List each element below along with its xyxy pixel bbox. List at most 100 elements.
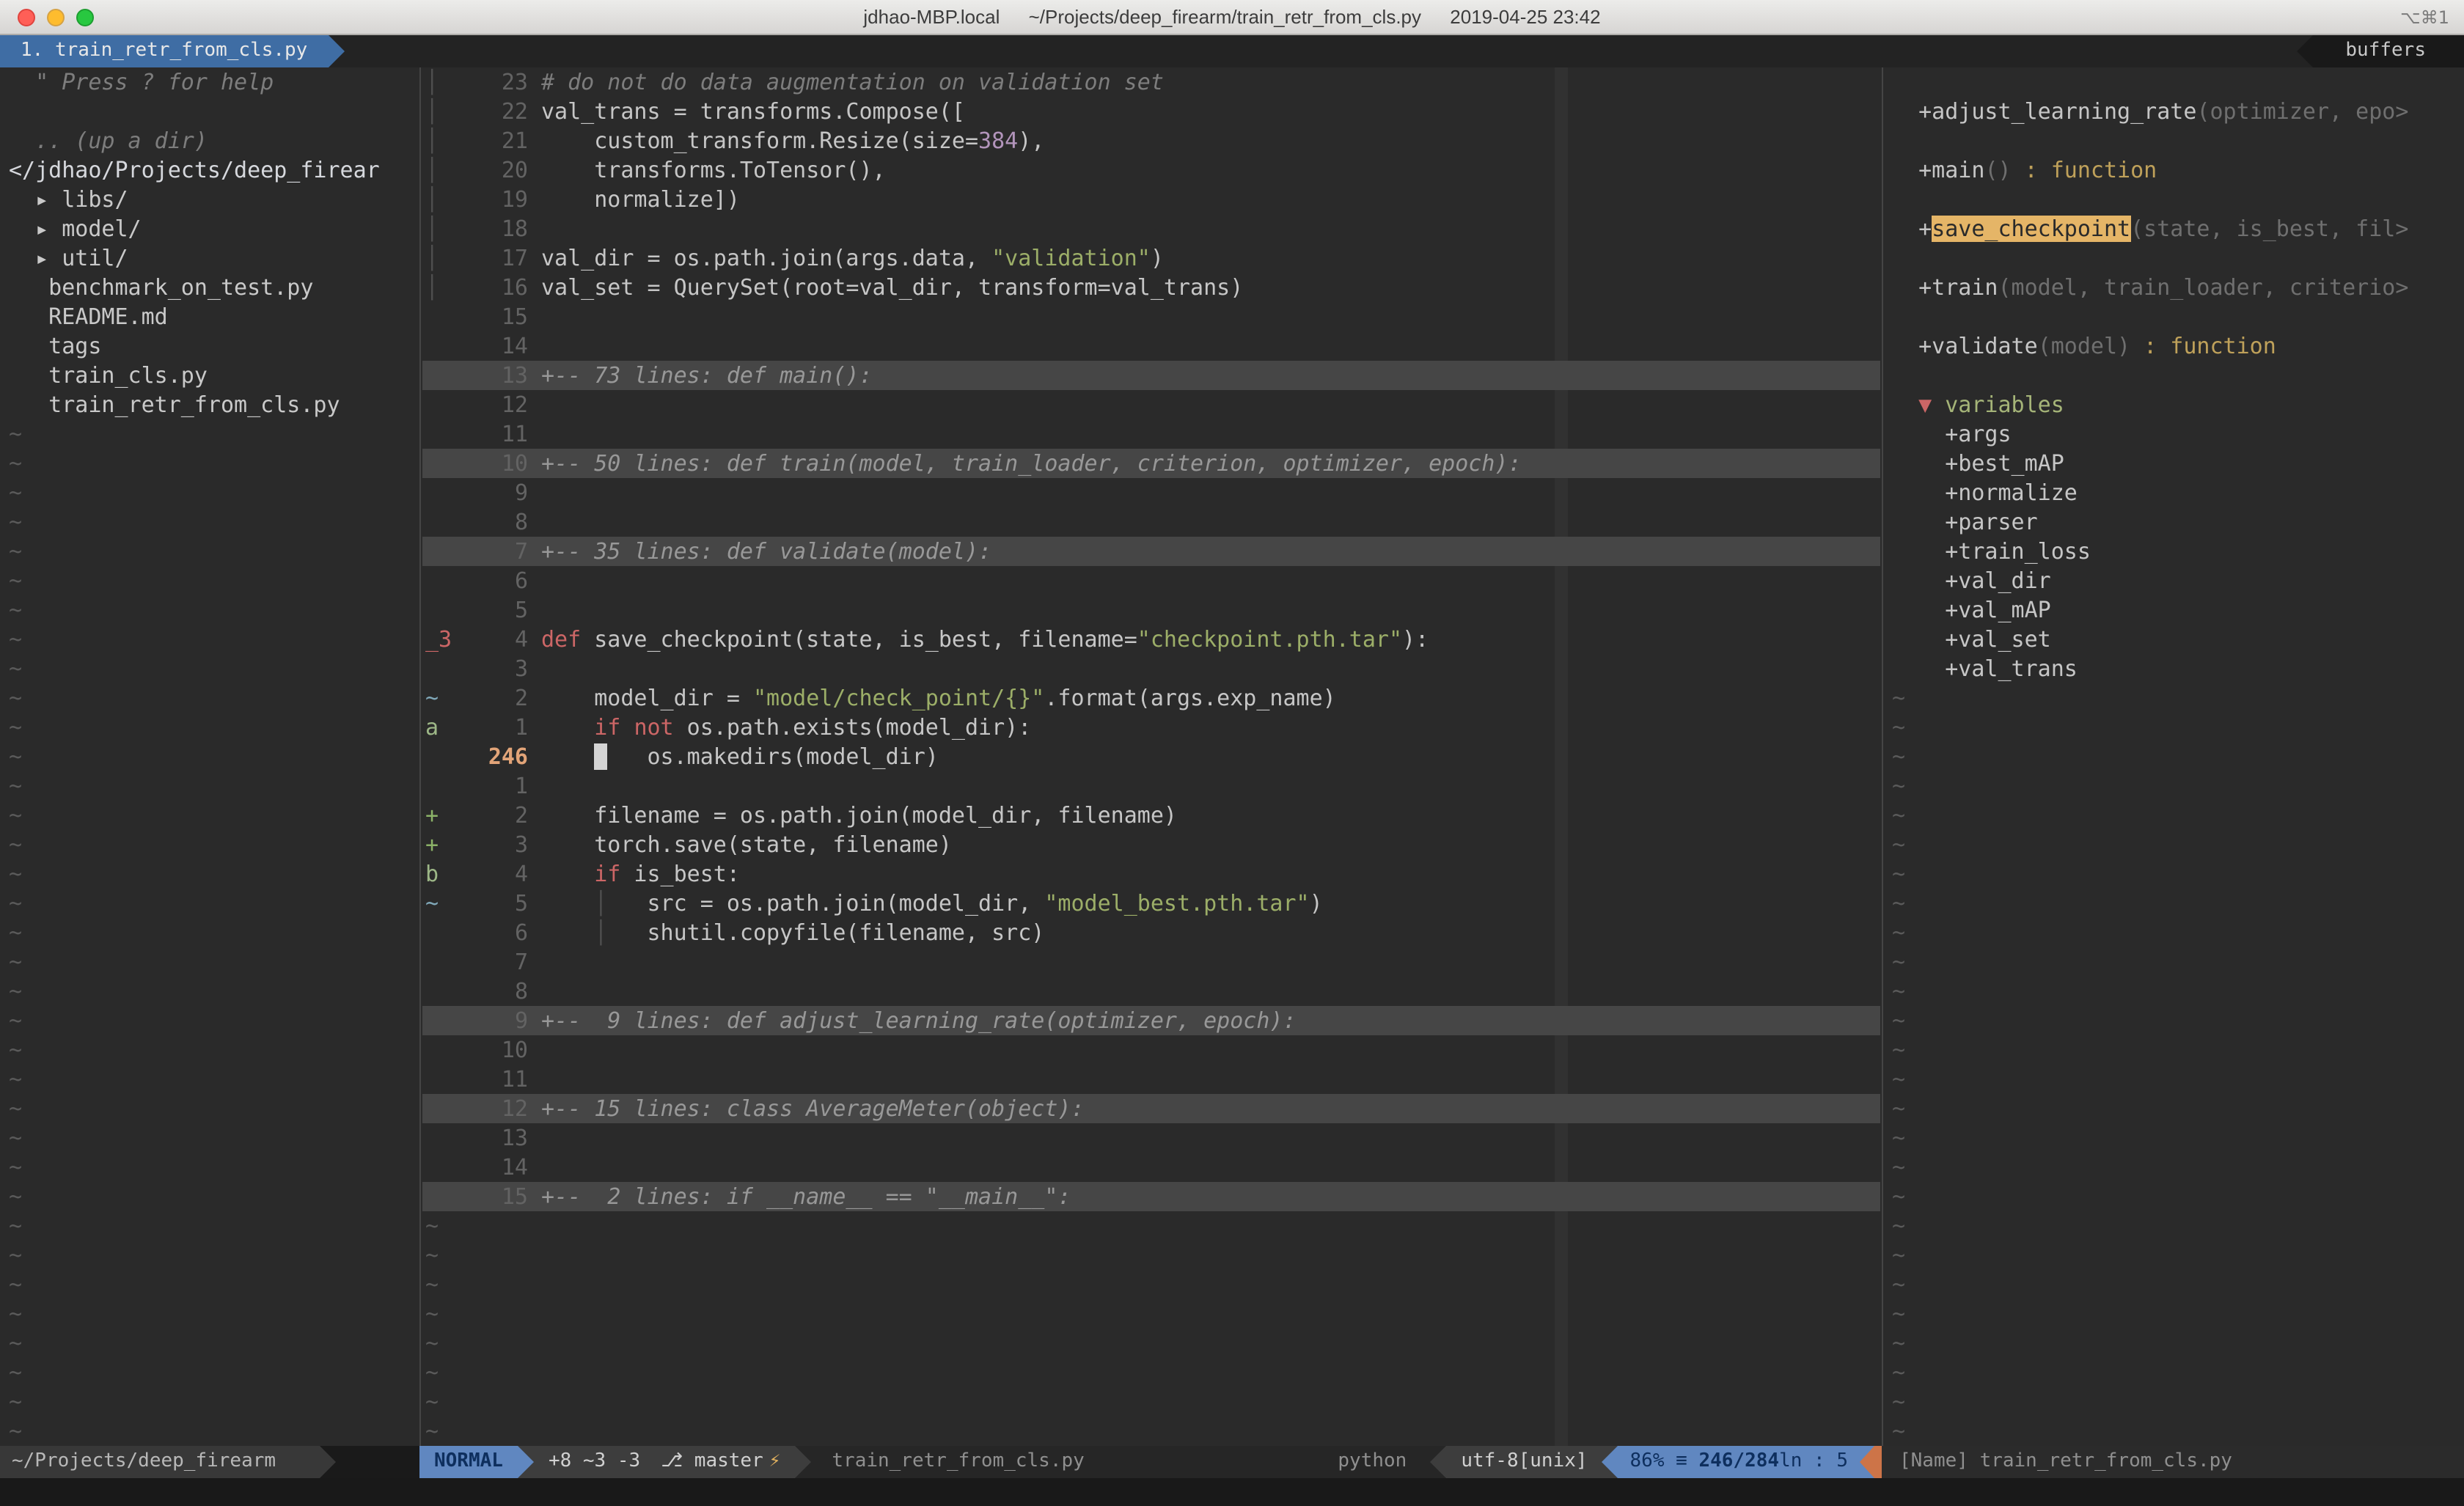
- code-line[interactable]: 1: [422, 771, 1880, 801]
- tag-best-map[interactable]: +best_mAP: [1883, 449, 2464, 478]
- main-statusline: NORMAL +8 ~3 -3⎇ master⚡ train_retr_from…: [419, 1446, 1882, 1478]
- git-hunks: +8 ~3 -3: [549, 1450, 640, 1472]
- empty-line-marker: ~: [0, 654, 419, 683]
- code-line[interactable]: +2 filename = os.path.join(model_dir, fi…: [422, 801, 1880, 830]
- code-line[interactable]: 6 │ shutil.copyfile(filename, src): [422, 918, 1880, 947]
- empty-line-marker: ~: [0, 625, 419, 654]
- close-button[interactable]: [18, 9, 35, 26]
- tag-save-checkpoint[interactable]: +save_checkpoint(state, is_best, fil>: [1883, 214, 2464, 243]
- tag-main[interactable]: +main() : function: [1883, 155, 2464, 185]
- empty-line-marker: ~: [0, 683, 419, 713]
- tag-args[interactable]: +args: [1883, 419, 2464, 449]
- code-line[interactable]: 10: [422, 1035, 1880, 1065]
- tag-adjust-learning-rate[interactable]: +adjust_learning_rate(optimizer, epo>: [1883, 97, 2464, 126]
- tag-parser[interactable]: +parser: [1883, 507, 2464, 537]
- folded-line[interactable]: 9+-- 9 lines: def adjust_learning_rate(o…: [422, 1006, 1880, 1035]
- code-line[interactable]: 7: [422, 947, 1880, 977]
- folded-line[interactable]: 10+-- 50 lines: def train(model, train_l…: [422, 449, 1880, 478]
- code-line[interactable]: 246 os.makedirs(model_dir): [422, 742, 1880, 771]
- tag-val-map[interactable]: +val_mAP: [1883, 595, 2464, 625]
- title-path: ~/Projects/deep_firearm/train_retr_from_…: [1029, 6, 1421, 28]
- blank-line: [1883, 243, 2464, 273]
- nerdtree-dir-model[interactable]: ▸ model/: [0, 214, 419, 243]
- empty-line-marker: ~: [0, 1358, 419, 1387]
- tag-val-dir[interactable]: +val_dir: [1883, 566, 2464, 595]
- code-line[interactable]: │16val_set = QuerySet(root=val_dir, tran…: [422, 273, 1880, 302]
- code-line[interactable]: │17val_dir = os.path.join(args.data, "va…: [422, 243, 1880, 273]
- tag-normalize[interactable]: +normalize: [1883, 478, 2464, 507]
- code-line[interactable]: 15: [422, 302, 1880, 331]
- maxline-label: ln: [1779, 1450, 1802, 1472]
- empty-line-marker: ~: [1883, 859, 2464, 889]
- folded-line[interactable]: 12+-- 15 lines: class AverageMeter(objec…: [422, 1094, 1880, 1123]
- folded-line[interactable]: 13+-- 73 lines: def main():: [422, 361, 1880, 390]
- tag-train-loss[interactable]: +train_loss: [1883, 537, 2464, 566]
- empty-line-marker: ~: [1883, 1123, 2464, 1153]
- nerdtree-file-readme[interactable]: README.md: [0, 302, 419, 331]
- code-line[interactable]: │20 transforms.ToTensor(),: [422, 155, 1880, 185]
- nerdtree-file-train-cls[interactable]: train_cls.py: [0, 361, 419, 390]
- code-line[interactable]: 3: [422, 654, 1880, 683]
- empty-line-marker: ~: [422, 1241, 1880, 1270]
- nerdtree-up-dir[interactable]: .. (up a dir): [0, 126, 419, 155]
- empty-line-marker: ~: [1883, 1241, 2464, 1270]
- nerdtree-root[interactable]: </jdhao/Projects/deep_firear: [0, 155, 419, 185]
- code-line[interactable]: │22val_trans = transforms.Compose([: [422, 97, 1880, 126]
- tag-validate[interactable]: +validate(model) : function: [1883, 331, 2464, 361]
- tag-kind-variables[interactable]: ▼ variables: [1883, 390, 2464, 419]
- code-line[interactable]: _34def save_checkpoint(state, is_best, f…: [422, 625, 1880, 654]
- blank-line: [1883, 185, 2464, 214]
- code-line[interactable]: 12: [422, 390, 1880, 419]
- nerdtree-help: " Press ? for help: [0, 67, 419, 97]
- code-line[interactable]: │19 normalize]): [422, 185, 1880, 214]
- folded-line[interactable]: 7+-- 35 lines: def validate(model):: [422, 537, 1880, 566]
- code-line[interactable]: +3 torch.save(state, filename): [422, 830, 1880, 859]
- statusline-arrow: [518, 1446, 534, 1478]
- dirty-flag-icon: ⚡: [769, 1450, 781, 1472]
- code-line[interactable]: 8: [422, 977, 1880, 1006]
- code-line[interactable]: b4 if is_best:: [422, 859, 1880, 889]
- nerdtree-file-train-retr[interactable]: train_retr_from_cls.py: [0, 390, 419, 419]
- code-line[interactable]: 13: [422, 1123, 1880, 1153]
- code-line[interactable]: 11: [422, 419, 1880, 449]
- window-separator-left[interactable]: [419, 67, 421, 1446]
- empty-line-marker: ~: [1883, 1094, 2464, 1123]
- code-line[interactable]: a1 if not os.path.exists(model_dir):: [422, 713, 1880, 742]
- code-line[interactable]: │21 custom_transform.Resize(size=384),: [422, 126, 1880, 155]
- empty-line-marker: ~: [1883, 1182, 2464, 1211]
- code-line[interactable]: ~5 │ src = os.path.join(model_dir, "mode…: [422, 889, 1880, 918]
- code-line[interactable]: 8: [422, 507, 1880, 537]
- lines-icon: ≡: [1676, 1450, 1698, 1472]
- code-line[interactable]: 14: [422, 1153, 1880, 1182]
- blank-line: [0, 97, 419, 126]
- tag-val-set[interactable]: +val_set: [1883, 625, 2464, 654]
- code-line[interactable]: 14: [422, 331, 1880, 361]
- code-line[interactable]: 6: [422, 566, 1880, 595]
- tab-train-retr-from-cls[interactable]: 1. train_retr_from_cls.py: [0, 35, 328, 67]
- empty-line-marker: ~: [0, 713, 419, 742]
- nerdtree-file-benchmark[interactable]: benchmark_on_test.py: [0, 273, 419, 302]
- code-line[interactable]: 9: [422, 478, 1880, 507]
- code-line[interactable]: 5: [422, 595, 1880, 625]
- zoom-button[interactable]: [76, 9, 94, 26]
- empty-line-marker: ~: [1883, 1065, 2464, 1094]
- folded-line[interactable]: 15+-- 2 lines: if __name__ == "__main__"…: [422, 1182, 1880, 1211]
- mode-indicator: NORMAL: [419, 1446, 518, 1478]
- nerdtree-dir-libs[interactable]: ▸ libs/: [0, 185, 419, 214]
- cursor-position: 246/284: [1698, 1450, 1779, 1472]
- code-line[interactable]: ~2 model_dir = "model/check_point/{}".fo…: [422, 683, 1880, 713]
- nerdtree-dir-util[interactable]: ▸ util/: [0, 243, 419, 273]
- empty-line-marker: ~: [1883, 1006, 2464, 1035]
- empty-line-marker: ~: [1883, 1035, 2464, 1065]
- empty-line-marker: ~: [422, 1299, 1880, 1329]
- code-line[interactable]: │23# do not do data augmentation on vali…: [422, 67, 1880, 97]
- code-line[interactable]: 11: [422, 1065, 1880, 1094]
- minimize-button[interactable]: [47, 9, 65, 26]
- tag-train[interactable]: +train(model, train_loader, criterio>: [1883, 273, 2464, 302]
- blank-line: [1883, 67, 2464, 97]
- tagbar-panel: +adjust_learning_rate(optimizer, epo> +m…: [1883, 67, 2464, 1446]
- tag-val-trans[interactable]: +val_trans: [1883, 654, 2464, 683]
- code-line[interactable]: │18: [422, 214, 1880, 243]
- nerdtree-file-tags[interactable]: tags: [0, 331, 419, 361]
- empty-line-marker: ~: [0, 918, 419, 947]
